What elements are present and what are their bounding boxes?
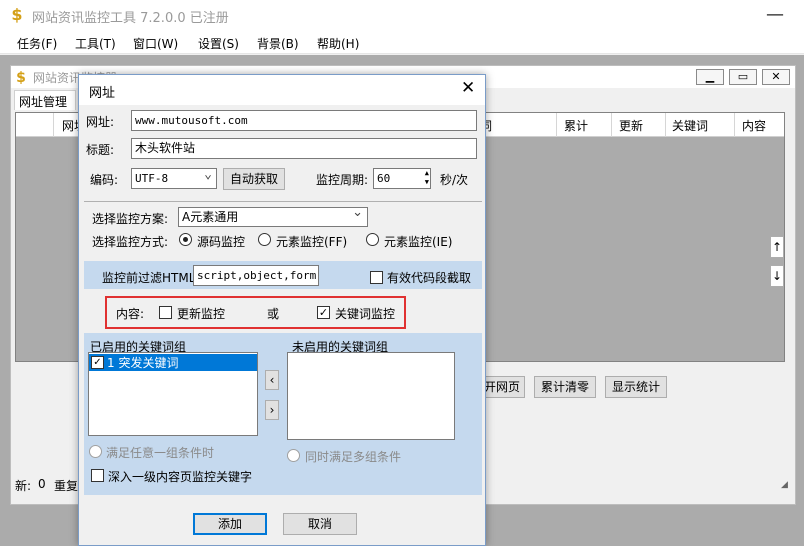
group-checkbox[interactable]: ✓ — [91, 356, 104, 369]
encoding-value: UTF-8 — [135, 172, 169, 185]
menu-bar: 任务(F) 工具(T) 窗口(W) 设置(S) 背景(B) 帮助(H) — [0, 32, 804, 54]
clear-count-button[interactable]: 累计清零 — [534, 376, 596, 398]
child-minimize-button[interactable]: ▁ — [696, 69, 724, 85]
cancel-button[interactable]: 取消 — [283, 513, 357, 535]
period-label: 监控周期: — [316, 173, 369, 187]
col-update[interactable]: 更新 — [619, 117, 643, 134]
mode-ie-label[interactable]: 元素监控(IE) — [384, 233, 453, 250]
update-monitor-label[interactable]: 更新监控 — [177, 305, 225, 322]
menu-tools[interactable]: 工具(T) — [75, 35, 116, 52]
resize-grip-icon[interactable]: ◢ — [781, 480, 788, 490]
filter-input[interactable]: script,object,form — [193, 265, 319, 286]
keyword-monitor-checkbox[interactable]: ✓ — [317, 306, 330, 319]
add-button[interactable]: 添加 — [193, 513, 267, 535]
deep-monitor-label[interactable]: 深入一级内容页监控关键字 — [108, 468, 252, 485]
stepper-arrows-icon[interactable]: ▲ ▼ — [425, 169, 429, 187]
status-repeat-label: 重复 — [54, 479, 79, 493]
child-close-button[interactable]: ✕ — [762, 69, 790, 85]
tab-url-management[interactable]: 网址管理 — [14, 90, 76, 110]
keyword-monitor-label[interactable]: 关键词监控 — [335, 305, 395, 322]
mode-source-label[interactable]: 源码监控 — [197, 233, 245, 250]
menu-background[interactable]: 背景(B) — [257, 35, 299, 52]
deep-monitor-checkbox[interactable] — [91, 469, 104, 482]
all-groups-label[interactable]: 同时满足多组条件 — [305, 448, 401, 465]
dialog-close-icon[interactable]: ✕ — [461, 78, 475, 98]
minimize-icon[interactable]: — — [766, 4, 784, 25]
mode-ff-label[interactable]: 元素监控(FF) — [276, 233, 347, 250]
move-up-button[interactable]: ↑ — [770, 236, 784, 258]
move-left-button[interactable]: ‹ — [265, 370, 279, 390]
period-unit: 秒/次 — [440, 173, 469, 187]
col-keyword[interactable]: 关键词 — [672, 117, 708, 134]
content-label: 内容: — [116, 307, 145, 321]
main-title-bar: $ 网站资讯监控工具 7.2.0.0 已注册 — — [0, 0, 804, 32]
app-title: 网站资讯监控工具 7.2.0.0 已注册 — [32, 11, 229, 26]
url-label: 网址: — [86, 115, 115, 129]
dialog-title: 网址 — [89, 86, 116, 101]
url-input[interactable]: www.mutousoft.com — [131, 110, 477, 131]
disabled-groups-list[interactable] — [287, 352, 455, 440]
encoding-label: 编码: — [90, 173, 119, 187]
scheme-label: 选择监控方案: — [92, 212, 169, 226]
valid-code-checkbox[interactable] — [370, 271, 383, 284]
title-label: 标题: — [86, 143, 115, 157]
mode-ie-radio[interactable] — [366, 233, 379, 246]
menu-window[interactable]: 窗口(W) — [133, 35, 178, 52]
valid-code-label[interactable]: 有效代码段截取 — [387, 269, 471, 286]
child-logo-icon: $ — [16, 70, 26, 86]
mode-ff-radio[interactable] — [258, 233, 271, 246]
list-item[interactable]: ✓ 1 突发关键词 — [89, 354, 257, 371]
move-right-button[interactable]: › — [265, 400, 279, 420]
move-down-button[interactable]: ↓ — [770, 265, 784, 287]
dialog-title-bar: 网址 ✕ — [79, 75, 485, 105]
period-stepper[interactable]: 60 ▲ ▼ — [373, 168, 431, 189]
or-label: 或 — [267, 307, 280, 321]
period-value: 60 — [377, 172, 391, 185]
col-total[interactable]: 累计 — [564, 117, 588, 134]
status-new-label: 新: — [15, 479, 32, 493]
menu-settings[interactable]: 设置(S) — [198, 35, 239, 52]
all-groups-radio[interactable] — [287, 449, 300, 462]
mode-source-radio[interactable] — [179, 233, 192, 246]
menu-task[interactable]: 任务(F) — [17, 35, 57, 52]
menu-help[interactable]: 帮助(H) — [317, 35, 359, 52]
tab-url-management-label: 网址管理 — [19, 95, 68, 109]
scheme-select[interactable]: A元素通用 — [178, 205, 368, 227]
col-content[interactable]: 内容 — [742, 117, 766, 134]
mode-label: 选择监控方式: — [92, 235, 169, 249]
show-stats-button[interactable]: 显示统计 — [605, 376, 667, 398]
scheme-value: A元素通用 — [182, 210, 239, 224]
any-group-radio[interactable] — [89, 445, 102, 458]
status-new-value: 0 — [38, 477, 46, 491]
any-group-label[interactable]: 满足任意一组条件时 — [106, 444, 214, 461]
app-logo-icon: $ — [11, 5, 23, 24]
divider — [84, 201, 482, 202]
encoding-select[interactable]: UTF-8 — [131, 166, 217, 189]
group-label: 1 突发关键词 — [107, 356, 179, 370]
child-restore-button[interactable]: ▭ — [729, 69, 757, 85]
auto-get-button[interactable]: 自动获取 — [223, 168, 285, 190]
update-monitor-checkbox[interactable] — [159, 306, 172, 319]
title-input[interactable]: 木头软件站 — [131, 138, 477, 159]
filter-label: 监控前过滤HTML — [102, 271, 196, 285]
